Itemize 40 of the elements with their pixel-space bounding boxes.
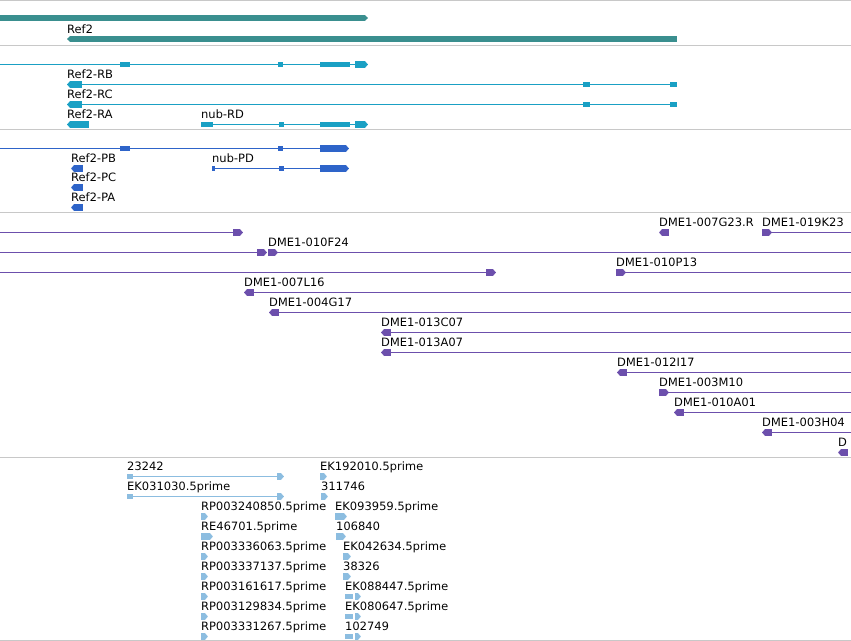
feature-label: Ref2-RB: [67, 68, 113, 81]
feature-label: RP003129834.5prime: [201, 600, 326, 613]
feature-label: RP003331267.5prime: [201, 620, 326, 633]
feature-label: DME1-013C07: [381, 316, 464, 329]
feature-label: RP003161617.5prime: [201, 580, 326, 593]
feature-label: Ref2-RC: [67, 88, 113, 101]
feature-label: RE46701.5prime: [201, 520, 298, 533]
feature-label: DME1-003H04: [762, 416, 845, 429]
feature-label: DME1-010A01: [674, 396, 756, 409]
feature-label: DME1-013A07: [381, 336, 463, 349]
feature-label: DME1-007G23.R: [659, 216, 754, 229]
feature-label: EK031030.5prime: [127, 480, 230, 493]
feature-label: Ref2-RA: [67, 108, 112, 121]
feature-label: nub-PD: [212, 152, 254, 165]
feature-label: RP003337137.5prime: [201, 560, 326, 573]
feature-label: DME1-019K23: [762, 216, 844, 229]
feature-label: Ref2-PB: [71, 152, 116, 165]
feature-label: 106840: [336, 520, 380, 533]
feature-label: EK088447.5prime: [345, 580, 448, 593]
feature-label: EK042634.5prime: [343, 540, 446, 553]
feature-label: 38326: [343, 560, 380, 573]
feature-label: RP003336063.5prime: [201, 540, 326, 553]
feature-label: Ref2-PA: [71, 191, 116, 204]
feature-label: DME1-010F24: [268, 236, 349, 249]
feature-label: RP003240850.5prime: [201, 500, 326, 513]
feature-label: DME1-004G17: [269, 296, 352, 309]
feature-label: nub-RD: [201, 108, 244, 121]
feature-label: 311746: [321, 480, 365, 493]
feature-label: EK093959.5prime: [335, 500, 438, 513]
feature-label: 102749: [345, 620, 389, 633]
feature-label: DME1-012I17: [617, 356, 694, 369]
feature-label: EK080647.5prime: [345, 600, 448, 613]
feature-label: DME1-007L16: [244, 276, 324, 289]
feature-label: 23242: [127, 460, 164, 473]
feature-label: Ref2: [67, 23, 93, 36]
feature-label: DME1-010P13: [616, 256, 698, 269]
feature-label: D: [838, 436, 847, 449]
feature-label: DME1-003M10: [659, 376, 744, 389]
feature-label: EK192010.5prime: [320, 460, 424, 473]
feature-label: Ref2-PC: [71, 171, 116, 184]
